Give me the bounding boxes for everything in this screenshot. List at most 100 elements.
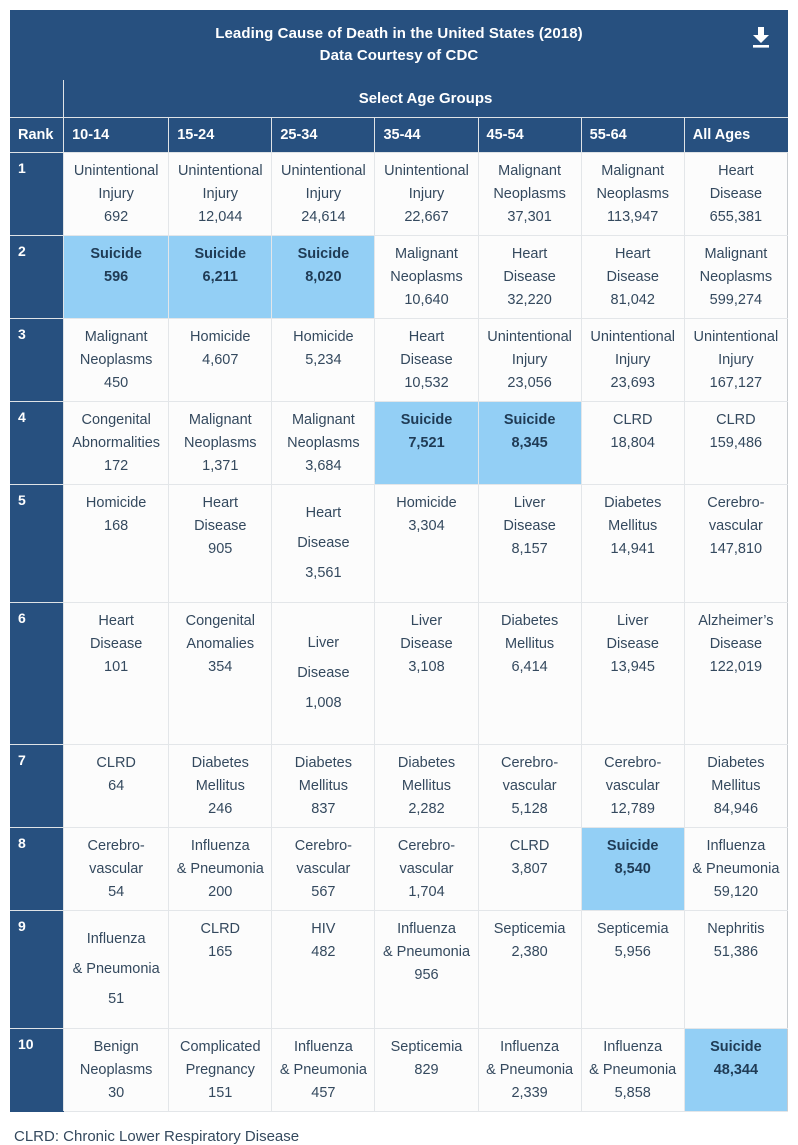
rank-cell: 7 — [9, 744, 65, 828]
column-header-age-35-44[interactable]: 35-44 — [374, 117, 479, 153]
data-cell: CLRD 64 — [63, 744, 170, 828]
column-header-row: Rank 10-14 15-24 25-34 35-44 45-54 55-64… — [9, 117, 789, 153]
data-cell: Unintentional Injury 23,056 — [477, 318, 582, 402]
column-header-age-45-54[interactable]: 45-54 — [477, 117, 582, 153]
cause-label: Suicide — [710, 1039, 762, 1055]
death-count: 3,684 — [305, 458, 342, 474]
cause-label: Influenza — [190, 838, 250, 854]
cause-label: Suicide — [297, 246, 350, 262]
cause-label: Disease — [297, 534, 350, 551]
cause-label: Disease — [400, 636, 453, 652]
death-count: 10,532 — [404, 375, 449, 391]
cause-label: Neoplasms — [493, 186, 566, 202]
column-header-age-10-14[interactable]: 10-14 — [63, 117, 170, 153]
death-count: 30 — [108, 1085, 125, 1101]
cause-label: Unintentional — [693, 329, 779, 345]
data-cell: Alzheimer’s Disease 122,019 — [683, 602, 789, 745]
cause-label: Malignant — [601, 163, 665, 179]
death-count: 12,044 — [198, 209, 243, 225]
cause-label: Disease — [606, 269, 659, 285]
cause-label: Liver — [307, 634, 340, 651]
cause-label: Injury — [408, 186, 445, 202]
column-header-age-15-24[interactable]: 15-24 — [168, 117, 273, 153]
table-row: 9 Influenza & Pneumonia 51 CLRD 165 HIV 482 Infl… — [9, 910, 789, 1029]
column-header-all-ages[interactable]: All Ages — [683, 117, 789, 153]
data-cell: Diabetes Mellitus 246 — [168, 744, 273, 828]
data-cell: Malignant Neoplasms 3,684 — [271, 401, 376, 485]
cause-label: Diabetes — [500, 613, 559, 629]
data-cell: Heart Disease 905 — [168, 484, 273, 603]
data-cell: Unintentional Injury 24,614 — [271, 152, 376, 236]
death-count: 956 — [414, 967, 439, 983]
data-cell: Septicemia 2,380 — [477, 910, 582, 1029]
data-cell: Homicide 3,304 — [374, 484, 479, 603]
cause-label: Septicemia — [596, 921, 669, 937]
data-cell: Cerebro-vascular 567 — [271, 827, 376, 911]
cause-label: Malignant — [498, 163, 562, 179]
download-icon[interactable] — [749, 25, 773, 49]
table-row: 8 Cerebro-vascular 54 Influenza & Pneumonia 2… — [9, 827, 789, 911]
table-row: 3 Malignant Neoplasms 450 Homicide 4,607 Homic… — [9, 318, 789, 402]
death-count: 2,380 — [511, 944, 548, 960]
cause-label: Suicide — [194, 246, 247, 262]
cause-label: Unintentional — [281, 163, 366, 179]
death-count: 84,946 — [713, 801, 759, 817]
data-cell: Heart Disease 32,220 — [477, 235, 582, 319]
cause-label: CLRD — [612, 412, 653, 428]
data-cell: CLRD 159,486 — [683, 401, 789, 485]
cause-label: Cerebro- — [707, 495, 765, 511]
cause-label: Heart — [511, 246, 548, 262]
rank-cell: 8 — [9, 827, 65, 911]
cause-label: Unintentional — [487, 329, 572, 345]
data-cell: Heart Disease 3,561 — [271, 484, 376, 603]
death-count: 8,540 — [614, 861, 651, 877]
column-header-age-55-64[interactable]: 55-64 — [580, 117, 685, 153]
death-count: 200 — [208, 884, 233, 900]
cause-label: Injury — [98, 186, 134, 202]
death-count: 101 — [104, 659, 129, 675]
data-cell: CLRD 18,804 — [580, 401, 685, 485]
death-count: 6,414 — [511, 659, 548, 675]
cause-label: Liver — [410, 613, 443, 629]
rank-cell: 3 — [9, 318, 65, 402]
table-body: 1 Unintentional Injury 692 Unintentional Inju… — [9, 152, 789, 1112]
data-cell-highlighted: Suicide 7,521 — [374, 401, 479, 485]
cause-label: vascular — [708, 518, 763, 534]
death-count: 122,019 — [709, 659, 763, 675]
cause-label: vascular — [502, 778, 557, 794]
data-cell-highlighted: Suicide 6,211 — [168, 235, 273, 319]
death-count: 172 — [104, 458, 129, 474]
death-count: 32,220 — [507, 292, 552, 308]
table-row: 2 Suicide 596 Suicide 6,211 Suicide 8,020 Malig… — [9, 235, 789, 319]
cause-label: vascular — [605, 778, 660, 794]
column-header-rank[interactable]: Rank — [9, 117, 65, 153]
death-count: 7,521 — [408, 435, 445, 451]
cause-label: Cerebro- — [397, 838, 456, 854]
death-count: 64 — [108, 778, 125, 794]
footnote: CLRD: Chronic Lower Respiratory Disease — [14, 1128, 300, 1145]
data-cell: Diabetes Mellitus 14,941 — [580, 484, 685, 603]
cause-label: Heart — [98, 613, 134, 629]
data-cell: Influenza & Pneumonia 200 — [168, 827, 273, 911]
data-cell: Malignant Neoplasms 1,371 — [168, 401, 273, 485]
table-row: 7 CLRD 64 Diabetes Mellitus 246 Diabetes Mellit… — [9, 744, 789, 828]
cause-label: & Pneumonia — [486, 1062, 574, 1078]
death-count: 23,056 — [507, 375, 552, 391]
cause-label: Influenza — [86, 930, 146, 947]
death-count: 5,128 — [511, 801, 548, 817]
data-cell: Malignant Neoplasms 10,640 — [374, 235, 479, 319]
cause-label: Homicide — [396, 495, 457, 511]
table-row: 6 Heart Disease 101 Congenital Anomalies 354 Li… — [9, 602, 789, 745]
column-header-age-25-34[interactable]: 25-34 — [271, 117, 376, 153]
data-cell: Diabetes Mellitus 837 — [271, 744, 376, 828]
cause-label: Influenza — [397, 921, 456, 937]
cause-label: & Pneumonia — [382, 944, 471, 960]
cause-label: Alzheimer’s — [698, 613, 774, 629]
data-cell: Malignant Neoplasms 599,274 — [683, 235, 789, 319]
death-count: 837 — [311, 801, 336, 817]
cause-label: Injury — [305, 186, 342, 202]
cause-label: Malignant — [84, 329, 148, 345]
rank-cell: 2 — [9, 235, 65, 319]
table-row: 1 Unintentional Injury 692 Unintentional Inju… — [9, 152, 789, 236]
cause-label: Diabetes — [294, 755, 352, 771]
